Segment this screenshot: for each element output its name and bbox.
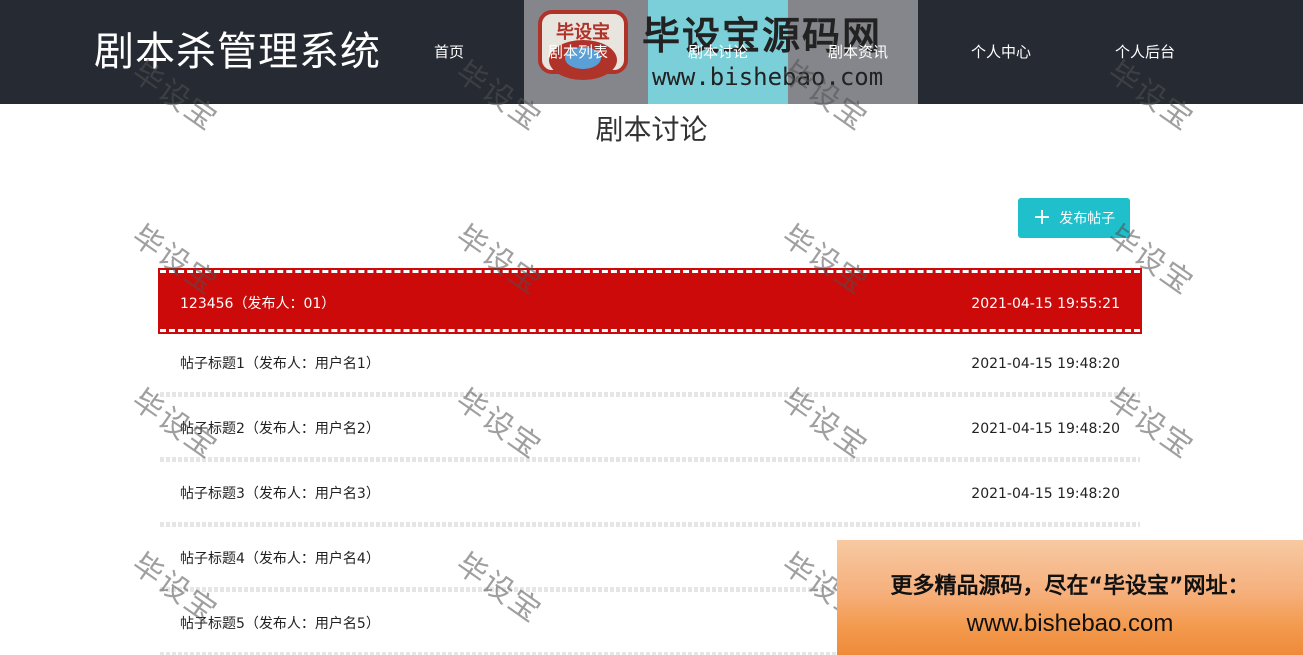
- post-row[interactable]: 123456（发布人：01） 2021-04-15 19:55:21: [158, 268, 1142, 334]
- post-title: 123456（发布人：01）: [180, 296, 336, 312]
- nav-home[interactable]: 首页: [434, 42, 464, 62]
- header: 剧本杀管理系统 首页 剧本列表 剧本讨论 剧本资讯 个人中心 个人后台 毕设宝 …: [0, 0, 1303, 104]
- post-time: 2021-04-15 19:48:20: [971, 421, 1120, 437]
- post-time: 2021-04-15 19:55:21: [971, 296, 1120, 312]
- nav-script-discussion[interactable]: 剧本讨论: [688, 42, 748, 62]
- post-title: 帖子标题2（发布人：用户名2）: [180, 421, 380, 437]
- post-title: 帖子标题4（发布人：用户名4）: [180, 551, 380, 567]
- post-row[interactable]: 帖子标题3（发布人：用户名3） 2021-04-15 19:48:20: [160, 462, 1140, 527]
- post-time: 2021-04-15 19:48:20: [971, 356, 1120, 372]
- nav-admin[interactable]: 个人后台: [1115, 42, 1175, 62]
- nav-profile[interactable]: 个人中心: [971, 42, 1031, 62]
- page: 剧本杀管理系统 首页 剧本列表 剧本讨论 剧本资讯 个人中心 个人后台 毕设宝 …: [0, 0, 1303, 655]
- nav-script-news[interactable]: 剧本资讯: [828, 42, 888, 62]
- plus-icon: +: [1032, 205, 1052, 230]
- site-brand[interactable]: 剧本杀管理系统: [94, 28, 381, 76]
- watermark-url: www.bishebao.com: [652, 63, 884, 91]
- publish-post-label: 发布帖子: [1059, 211, 1116, 227]
- watermark-badge-text: 毕设宝: [556, 21, 610, 43]
- publish-post-button[interactable]: + 发布帖子: [1018, 198, 1130, 238]
- post-row[interactable]: 帖子标题1（发布人：用户名1） 2021-04-15 19:48:20: [160, 332, 1140, 397]
- nav-script-list[interactable]: 剧本列表: [548, 42, 608, 62]
- page-title: 剧本讨论: [595, 113, 708, 146]
- promo-url[interactable]: www.bishebao.com: [837, 608, 1303, 640]
- post-time: 2021-04-15 19:48:20: [971, 486, 1120, 502]
- promo-banner: 更多精品源码，尽在“毕设宝”网址： www.bishebao.com: [837, 540, 1303, 655]
- post-title: 帖子标题1（发布人：用户名1）: [180, 356, 380, 372]
- post-title: 帖子标题3（发布人：用户名3）: [180, 486, 380, 502]
- promo-line-1: 更多精品源码，尽在“毕设宝”网址：: [890, 574, 1250, 599]
- post-row[interactable]: 帖子标题2（发布人：用户名2） 2021-04-15 19:48:20: [160, 397, 1140, 462]
- post-title: 帖子标题5（发布人：用户名5）: [180, 616, 380, 632]
